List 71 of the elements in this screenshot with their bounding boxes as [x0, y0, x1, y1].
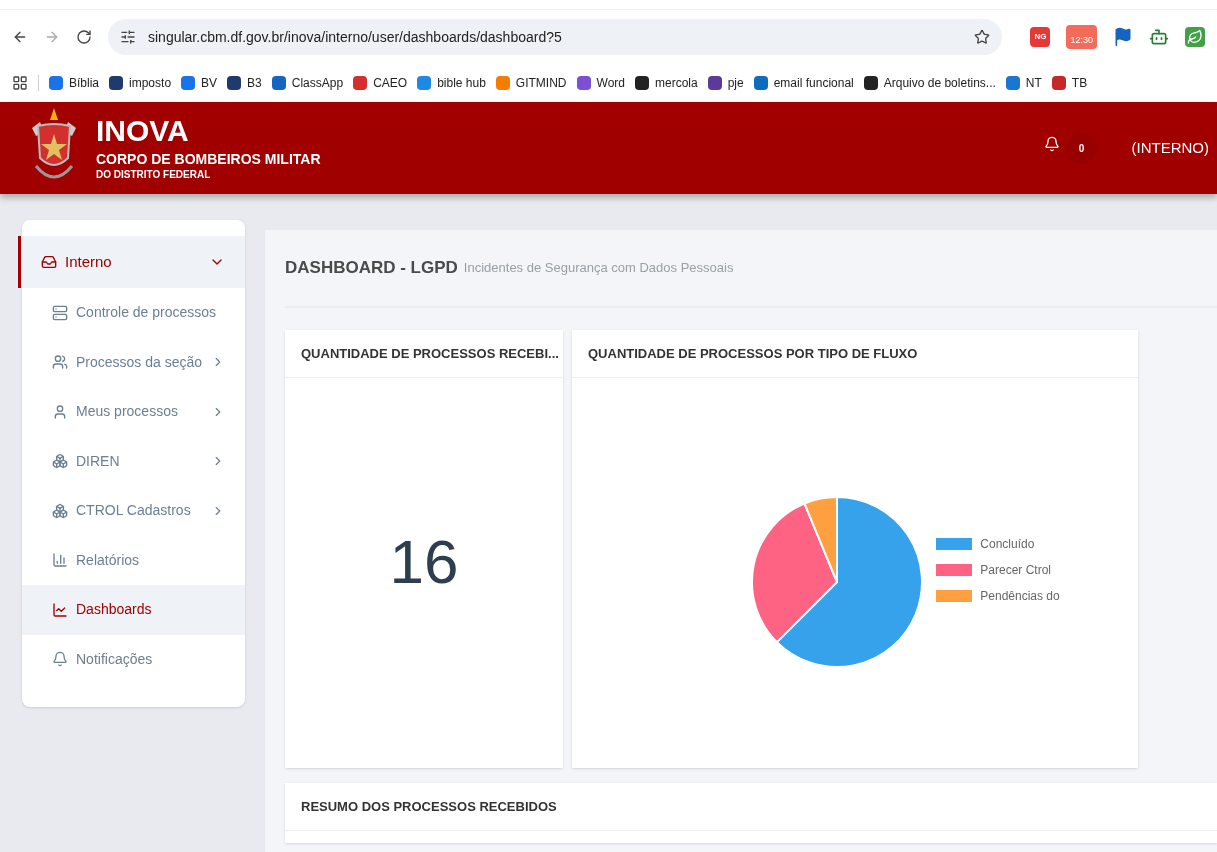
card-title: QUANTIDADE DE PROCESSOS POR TIPO DE FLUXO — [588, 344, 918, 363]
bar-chart-icon — [52, 552, 68, 569]
reload-icon[interactable] — [76, 29, 92, 45]
legend-swatch — [936, 538, 973, 550]
card-title: RESUMO DOS PROCESSOS RECEBIDOS — [301, 797, 557, 816]
leaf-icon[interactable] — [1185, 27, 1205, 47]
bookmark-link[interactable]: mercola — [635, 74, 698, 92]
sidebar-group[interactable]: Interno — [18, 236, 245, 288]
item-label: Notificações — [76, 649, 154, 669]
app-subtitle: DO DISTRITO FEDERAL — [96, 169, 212, 181]
inbox-icon — [41, 254, 57, 270]
bookmark-link[interactable]: B3 — [227, 74, 262, 92]
item-label: Controle de processos — [76, 303, 218, 323]
bookmark-link[interactable]: TB — [1051, 74, 1088, 92]
legend-label: Concluído — [980, 536, 1035, 553]
bookmark-star-icon[interactable] — [974, 29, 991, 45]
legend-swatch — [936, 564, 973, 576]
flag-icon[interactable] — [1113, 27, 1133, 47]
cubes-icon — [52, 453, 68, 470]
sidebar-item[interactable]: Processos da seção — [22, 337, 245, 387]
line-chart-icon — [52, 601, 68, 618]
count-value: 16 — [389, 525, 459, 598]
app-title: INOVA — [96, 115, 190, 147]
url-text[interactable]: singular.cbm.df.gov.br/inova/interno/user/dashboards/dashboard?5 — [148, 26, 963, 48]
bookmark-link[interactable]: email funcional — [753, 74, 854, 92]
notification-icon[interactable] — [1043, 136, 1060, 152]
page-title: DASHBOARD - LGPD — [285, 257, 458, 280]
sidebar-item[interactable]: Notificações — [22, 634, 245, 684]
user-icon — [52, 403, 68, 420]
bookmark-link[interactable]: bible hub — [417, 74, 486, 92]
robot-icon[interactable] — [1149, 27, 1169, 47]
bell-icon — [52, 651, 68, 668]
bookmark-link[interactable]: Bíblia — [49, 74, 100, 92]
page-subtitle: Incidentes de Segurança com Dados Pessoais — [463, 259, 734, 278]
app-subtitle: CORPO DE BOMBEIROS MILITAR — [96, 151, 321, 167]
group-label: Interno — [65, 251, 113, 272]
sidebar-item[interactable]: Relatórios — [22, 535, 245, 585]
bookmark-link[interactable]: BV — [181, 74, 218, 92]
bookmark-link[interactable]: ClassApp — [271, 74, 344, 92]
item-label: Processos da seção — [76, 352, 203, 372]
legend-swatch — [936, 590, 973, 602]
bookmark-link[interactable]: Word — [576, 74, 625, 92]
address-bar[interactable]: singular.cbm.df.gov.br/inova/interno/user/dashboards/dashboard?5 — [108, 19, 1003, 55]
server-icon — [52, 304, 68, 321]
item-label: Meus processos — [76, 402, 179, 422]
sidebar-item[interactable]: CTROL Cadastros — [22, 486, 245, 536]
extension-icon[interactable]: NG — [1030, 27, 1051, 47]
item-label: Dashboards — [76, 600, 153, 620]
sidebar-item[interactable]: DIREN — [22, 436, 245, 486]
item-label: CTROL Cadastros — [76, 501, 192, 521]
sidebar-item[interactable]: Controle de processos — [22, 288, 245, 338]
bookmark-link[interactable]: NT — [1005, 74, 1042, 92]
back-icon[interactable] — [12, 29, 28, 45]
bookmark-link[interactable]: pje — [707, 74, 744, 92]
user-menu[interactable]: (INTERNO) — [1131, 136, 1209, 160]
card-title: QUANTIDADE DE PROCESSOS RECEBI... — [301, 344, 559, 363]
sidebar-item[interactable]: Dashboards — [22, 585, 245, 635]
bookmark-link[interactable]: GITMIND — [495, 74, 567, 92]
bookmark-link[interactable]: Arquivo de boletins... — [863, 74, 996, 92]
item-label: DIREN — [76, 451, 121, 471]
notification-count[interactable]: 0 — [1067, 134, 1096, 162]
legend-label: Pendências do — [980, 588, 1060, 605]
legend-label: Parecer Ctrol — [980, 562, 1051, 579]
bookmark-link[interactable]: imposto — [109, 74, 172, 92]
sidebar-item[interactable]: Meus processos — [22, 387, 245, 437]
site-info-icon[interactable] — [120, 29, 136, 45]
item-label: Relatórios — [76, 550, 141, 570]
cubes-icon — [52, 502, 68, 519]
users-icon — [52, 354, 68, 371]
bookmark-link[interactable]: CAEO — [353, 74, 408, 92]
apps-icon[interactable] — [12, 75, 28, 91]
